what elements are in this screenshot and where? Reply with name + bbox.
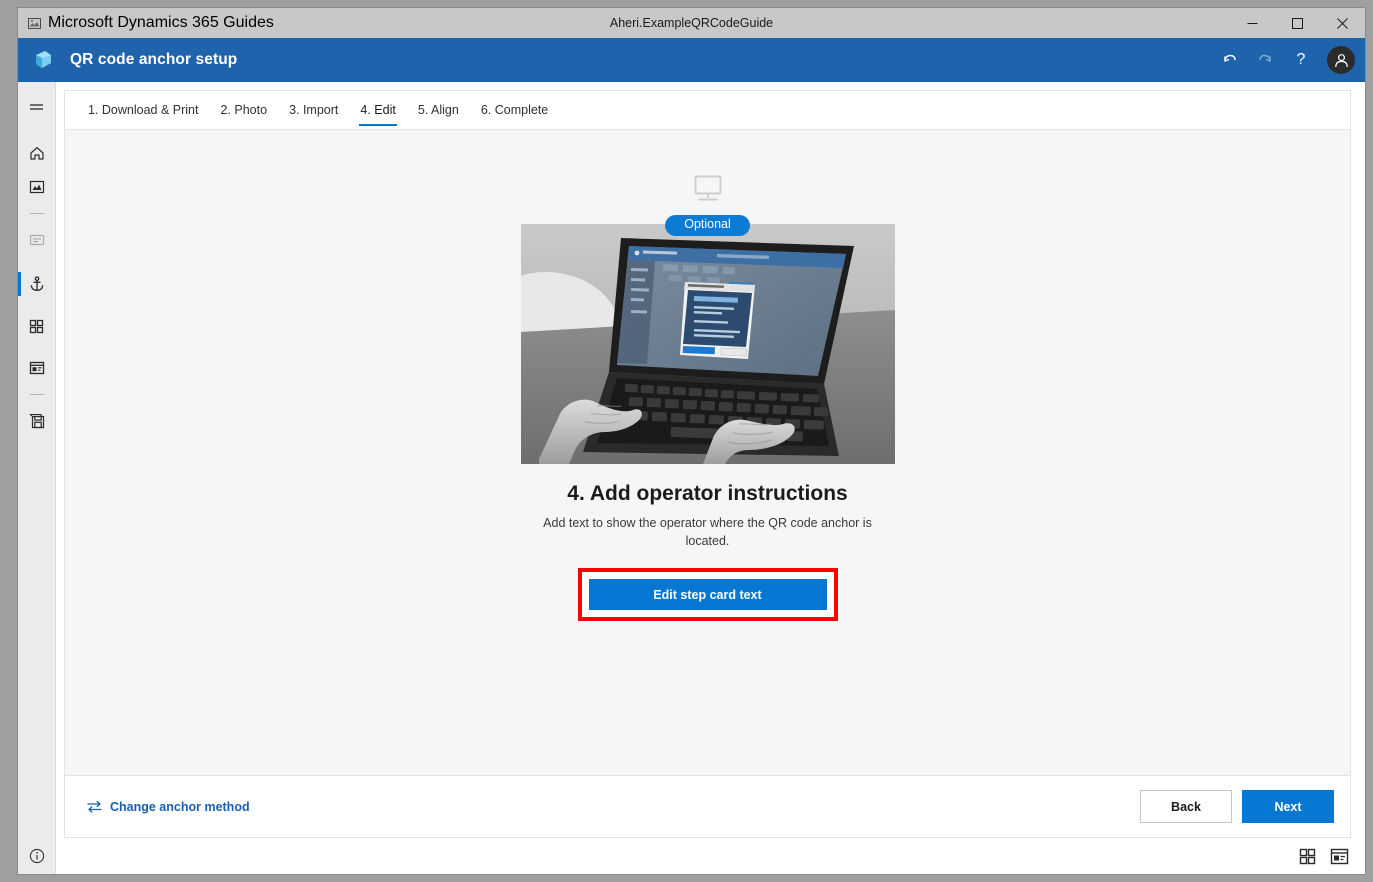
header-actions: ?: [1213, 44, 1355, 76]
step-card-icon[interactable]: [18, 223, 56, 257]
media-gallery-icon[interactable]: [18, 170, 56, 204]
wizard-content: Optional 4. Add operator instructions Ad…: [65, 130, 1350, 775]
next-button[interactable]: Next: [1242, 790, 1334, 823]
tab-label: 1. Download & Print: [88, 103, 199, 117]
help-glyph: ?: [1296, 51, 1306, 68]
title-bar-left: Microsoft Dynamics 365 Guides: [18, 14, 274, 32]
swap-arrows-icon: [87, 800, 102, 813]
back-button[interactable]: Back: [1140, 790, 1232, 823]
tab-align[interactable]: 5. Align: [407, 91, 470, 129]
tab-download-print[interactable]: 1. Download & Print: [77, 91, 209, 129]
change-anchor-method-button[interactable]: Change anchor method: [87, 800, 250, 814]
step-description: Add text to show the operator where the …: [543, 515, 872, 548]
rail-divider-1: [29, 213, 44, 214]
app-name-label: Microsoft Dynamics 365 Guides: [48, 14, 274, 31]
page-title: QR code anchor setup: [70, 51, 238, 68]
maximize-button[interactable]: [1275, 8, 1320, 38]
optional-badge: Optional: [665, 215, 750, 236]
center-stack: Optional 4. Add operator instructions Ad…: [65, 174, 1350, 621]
step-editor-icon[interactable]: [18, 351, 56, 385]
tab-import[interactable]: 3. Import: [278, 91, 349, 129]
window-controls: [1230, 8, 1365, 38]
card-layout-icon[interactable]: [1330, 848, 1349, 865]
app-window-icon: [27, 16, 41, 30]
anchor-icon[interactable]: [17, 267, 56, 301]
left-rail: [17, 82, 56, 838]
wizard-footer: Change anchor method Back Next: [65, 775, 1350, 837]
tab-photo[interactable]: 2. Photo: [209, 91, 278, 129]
rail-divider-2: [29, 394, 44, 395]
desktop-monitor-icon: [689, 174, 727, 211]
tab-label: 5. Align: [417, 103, 459, 117]
application-window: Microsoft Dynamics 365 Guides Aheri.Exam…: [17, 8, 1365, 874]
dynamics-guides-logo: [30, 47, 56, 73]
page-column: 1. Download & Print 2. Photo 3. Import 4…: [56, 82, 1365, 838]
tab-label: 2. Photo: [220, 103, 268, 117]
wizard-tabstrip: 1. Download & Print 2. Photo 3. Import 4…: [65, 91, 1350, 130]
grid-view-icon[interactable]: [18, 309, 56, 343]
info-circle-icon[interactable]: [18, 838, 56, 874]
tab-label: 4. Edit: [360, 103, 396, 117]
tab-edit[interactable]: 4. Edit: [349, 91, 406, 129]
save-icon[interactable]: [18, 404, 56, 438]
status-bar-actions: [1299, 848, 1365, 865]
footer-nav-buttons: Back Next: [1140, 790, 1334, 823]
body-row: 1. Download & Print 2. Photo 3. Import 4…: [17, 82, 1365, 838]
tab-complete[interactable]: 6. Complete: [470, 91, 559, 129]
edit-step-card-highlight: Edit step card text: [577, 568, 838, 621]
wizard-panel: 1. Download & Print 2. Photo 3. Import 4…: [64, 90, 1351, 838]
account-avatar[interactable]: [1327, 46, 1355, 74]
tab-label: 3. Import: [289, 103, 339, 117]
status-bar: [18, 838, 1365, 874]
page-padding: 1. Download & Print 2. Photo 3. Import 4…: [56, 82, 1365, 838]
app-header: QR code anchor setup ?: [18, 38, 1365, 82]
instruction-photo: [520, 223, 895, 464]
step-title: 4. Add operator instructions: [567, 481, 848, 505]
edit-step-card-text-button[interactable]: Edit step card text: [588, 579, 827, 610]
help-button[interactable]: ?: [1285, 44, 1317, 76]
hamburger-menu-icon[interactable]: [18, 90, 56, 124]
home-icon[interactable]: [18, 136, 56, 170]
minimize-button[interactable]: [1230, 8, 1275, 38]
title-bar: Microsoft Dynamics 365 Guides Aheri.Exam…: [18, 8, 1365, 38]
undo-button[interactable]: [1213, 44, 1245, 76]
redo-button[interactable]: [1249, 44, 1281, 76]
change-anchor-method-label: Change anchor method: [110, 799, 250, 814]
tab-label: 6. Complete: [480, 103, 549, 117]
close-button[interactable]: [1320, 8, 1365, 38]
grid-layout-icon[interactable]: [1299, 848, 1316, 865]
